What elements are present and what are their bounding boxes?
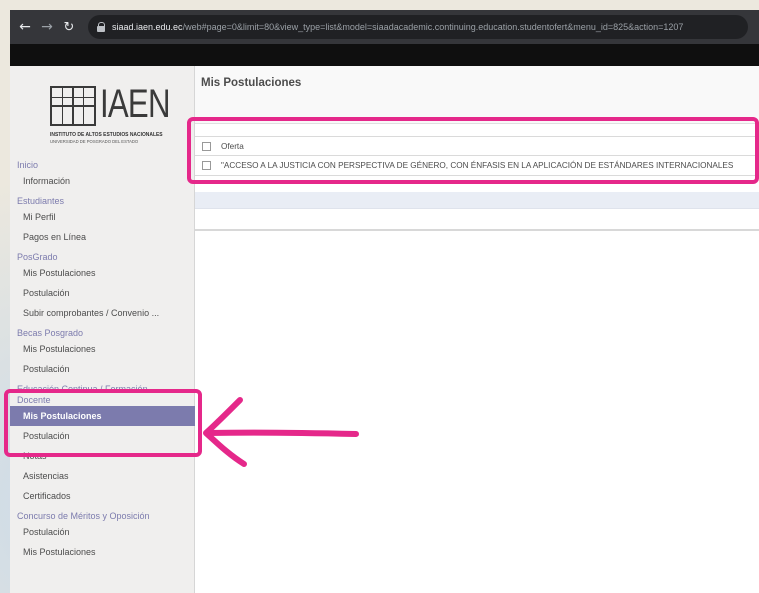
control-panel: Mis Postulaciones (195, 66, 759, 124)
highlight-menu-box (4, 389, 202, 457)
section-estudiantes[interactable]: Estudiantes (10, 196, 195, 207)
app-screenshot: ← → ↻ siaad.iaen.edu.ec/web#page=0&limit… (10, 10, 759, 593)
sidebar-item-concurso-postulacion[interactable]: Postulación (10, 522, 195, 542)
sidebar-item-certificados[interactable]: Certificados (10, 486, 195, 506)
section-concurso-meritos[interactable]: Concurso de Méritos y Oposición (10, 511, 195, 522)
address-bar[interactable]: siaad.iaen.edu.ec/web#page=0&limit=80&vi… (88, 15, 748, 39)
sidebar-item-posgrado-postulacion[interactable]: Postulación (10, 283, 195, 303)
sidebar-item-becas-postulacion[interactable]: Postulación (10, 359, 195, 379)
sidebar-menu: Inicio Información Estudiantes Mi Perfil… (10, 160, 195, 562)
reload-icon[interactable]: ↻ (58, 20, 80, 35)
arrow-right-icon[interactable]: → (36, 19, 58, 35)
top-menu-bar (10, 44, 759, 66)
section-inicio[interactable]: Inicio (10, 160, 195, 171)
logo-text: IAEN (100, 82, 170, 126)
logo-tagline: UNIVERSIDAD DE POSGRADO DEL ESTADO (50, 139, 139, 144)
highlight-table-box (187, 117, 759, 184)
sidebar-item-asistencias[interactable]: Asistencias (10, 466, 195, 486)
sidebar-item-becas-mis-postulaciones[interactable]: Mis Postulaciones (10, 339, 195, 359)
sidebar-item-informacion[interactable]: Información (10, 171, 195, 191)
logo-subtitle: INSTITUTO DE ALTOS ESTUDIOS NACIONALES (50, 132, 163, 138)
url-path: /web#page=0&limit=80&view_type=list&mode… (182, 22, 684, 32)
section-becas-posgrado[interactable]: Becas Posgrado (10, 328, 195, 339)
logo-grid-icon (50, 86, 96, 126)
sidebar-item-concurso-mis-postulaciones[interactable]: Mis Postulaciones (10, 542, 195, 562)
sidebar: IAEN INSTITUTO DE ALTOS ESTUDIOS NACIONA… (10, 66, 195, 593)
lock-icon[interactable] (96, 22, 106, 32)
sidebar-item-posgrado-mis-postulaciones[interactable]: Mis Postulaciones (10, 263, 195, 283)
browser-toolbar: ← → ↻ siaad.iaen.edu.ec/web#page=0&limit… (10, 10, 759, 44)
arrow-left-icon[interactable]: ← (14, 19, 36, 35)
url-domain: siaad.iaen.edu.ec (112, 22, 183, 32)
list-footer-band (195, 192, 759, 209)
sidebar-item-pagos-en-linea[interactable]: Pagos en Línea (10, 227, 195, 247)
page-title: Mis Postulaciones (201, 77, 302, 89)
pointer-arrow-icon (203, 397, 359, 467)
section-posgrado[interactable]: PosGrado (10, 252, 195, 263)
content-divider (195, 229, 759, 231)
sidebar-item-mi-perfil[interactable]: Mi Perfil (10, 207, 195, 227)
sidebar-item-subir-comprobantes[interactable]: Subir comprobantes / Convenio ... (10, 303, 195, 323)
iaen-logo: IAEN INSTITUTO DE ALTOS ESTUDIOS NACIONA… (50, 82, 170, 146)
